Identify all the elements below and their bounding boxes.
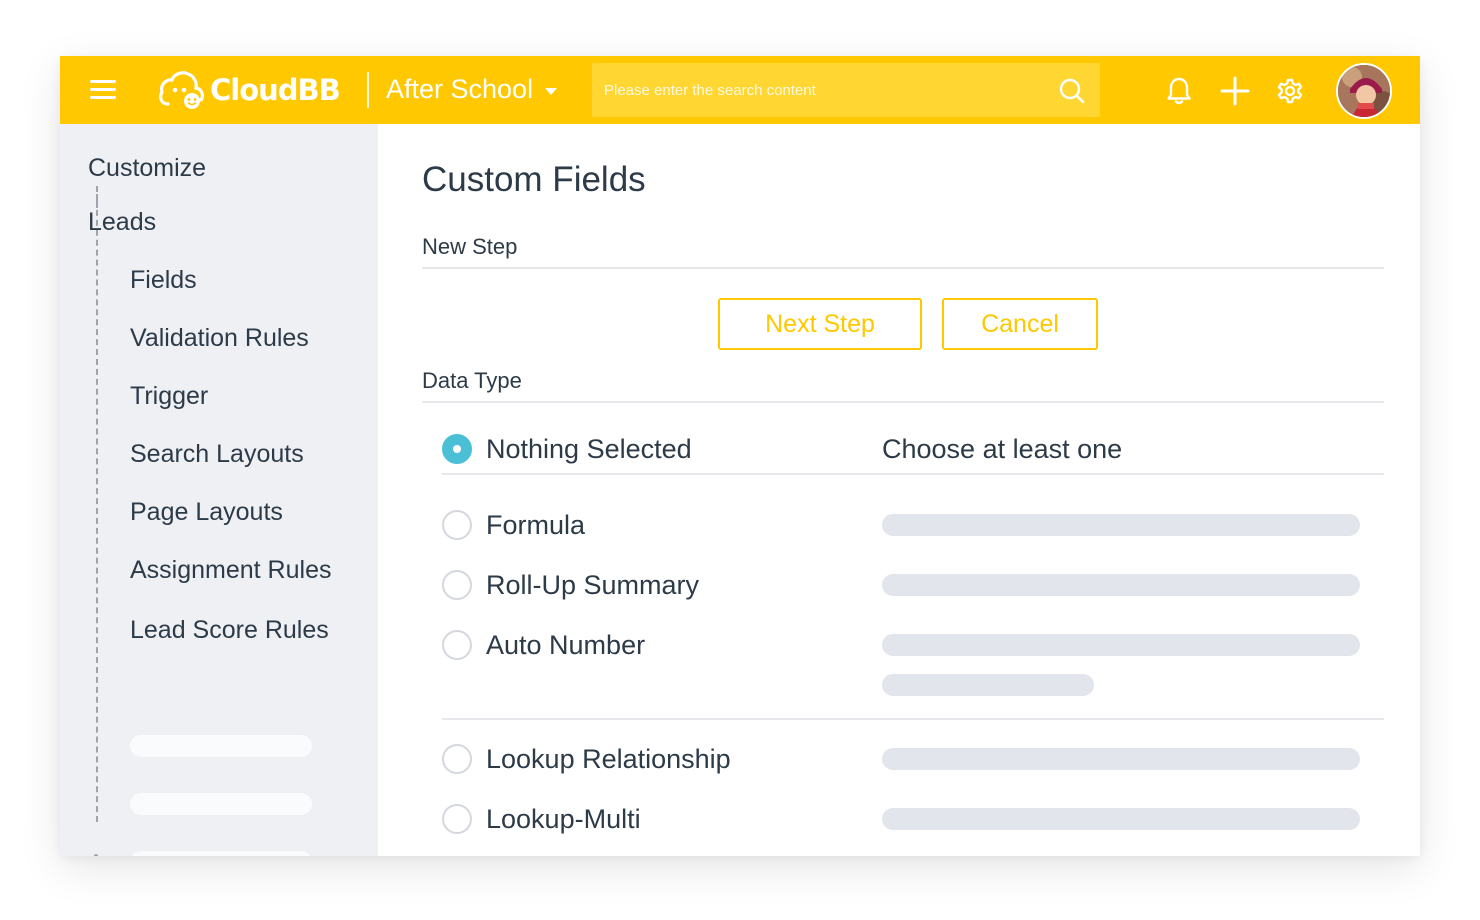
data-type-label: Data Type <box>422 368 522 393</box>
menu-icon[interactable] <box>90 80 118 102</box>
divider <box>442 473 1384 475</box>
step-label: New Step <box>422 234 518 259</box>
description-placeholder <box>882 674 1094 696</box>
next-step-button[interactable]: Next Step <box>718 298 922 350</box>
divider <box>422 267 1384 269</box>
divider <box>422 401 1384 403</box>
choose-hint: Choose at least one <box>882 434 1123 464</box>
sidebar-item-placeholder <box>130 735 312 757</box>
cancel-button[interactable]: Cancel <box>942 298 1098 350</box>
description-placeholder <box>882 514 1360 536</box>
description-placeholder <box>882 574 1360 596</box>
org-name: After School <box>386 74 534 104</box>
sidebar-item-lead-score-rules[interactable]: Lead Score Rules <box>130 616 329 645</box>
page-title: Custom Fields <box>422 160 646 199</box>
radio-roll-up-summary[interactable] <box>442 570 472 600</box>
sidebar-item-validation-rules[interactable]: Validation Rules <box>130 324 309 353</box>
search-input[interactable] <box>604 77 1044 103</box>
tree-connector <box>96 200 98 822</box>
plus-icon[interactable] <box>1220 76 1250 106</box>
settings-sidebar: Customize Leads Fields Validation Rules … <box>60 124 378 856</box>
description-placeholder <box>882 808 1360 830</box>
option-label-lookup-relationship[interactable]: Lookup Relationship <box>486 744 731 775</box>
main-content: Custom Fields New Step Next Step Cancel … <box>378 124 1420 856</box>
sidebar-item-trigger[interactable]: Trigger <box>130 382 208 411</box>
option-label-roll-up-summary[interactable]: Roll-Up Summary <box>486 570 699 601</box>
divider <box>442 718 1384 720</box>
org-switcher[interactable]: After School <box>386 74 558 105</box>
search-icon[interactable] <box>1058 77 1086 105</box>
option-label-formula[interactable]: Formula <box>486 510 585 541</box>
brand-name: CloudBB <box>210 73 341 107</box>
bell-icon[interactable] <box>1164 76 1194 106</box>
top-bar: CloudBB After School <box>60 56 1420 124</box>
option-label-lookup-multi[interactable]: Lookup-Multi <box>486 804 641 835</box>
search-box <box>592 63 1100 117</box>
app-window: CloudBB After School Please enter the se… <box>60 56 1420 856</box>
caret-down-icon <box>545 88 558 95</box>
radio-lookup-multi[interactable] <box>442 804 472 834</box>
sidebar-item-assignment-rules[interactable]: Assignment Rules <box>130 556 331 585</box>
sidebar-item-search-layouts[interactable]: Search Layouts <box>130 440 304 469</box>
more-indicator <box>94 854 98 856</box>
sidebar-item-fields[interactable]: Fields <box>130 266 197 295</box>
radio-nothing-selected[interactable] <box>442 434 472 464</box>
sidebar-item-placeholder <box>130 793 312 815</box>
option-label-nothing-selected[interactable]: Nothing Selected <box>486 434 692 465</box>
cloud-face-icon <box>159 71 204 109</box>
option-label-auto-number[interactable]: Auto Number <box>486 630 645 661</box>
sidebar-item-page-layouts[interactable]: Page Layouts <box>130 498 283 527</box>
header-divider <box>367 72 369 108</box>
sidebar-section-leads[interactable]: Leads <box>88 208 156 237</box>
brand-logo[interactable]: CloudBB <box>158 70 341 110</box>
sidebar-root-customize[interactable]: Customize <box>88 154 206 183</box>
sidebar-item-placeholder <box>130 851 312 856</box>
user-avatar[interactable] <box>1336 63 1392 119</box>
radio-lookup-relationship[interactable] <box>442 744 472 774</box>
radio-formula[interactable] <box>442 510 472 540</box>
radio-auto-number[interactable] <box>442 630 472 660</box>
gear-icon[interactable] <box>1275 76 1305 106</box>
description-placeholder <box>882 634 1360 656</box>
avatar-photo <box>1338 65 1390 117</box>
description-placeholder <box>882 748 1360 770</box>
